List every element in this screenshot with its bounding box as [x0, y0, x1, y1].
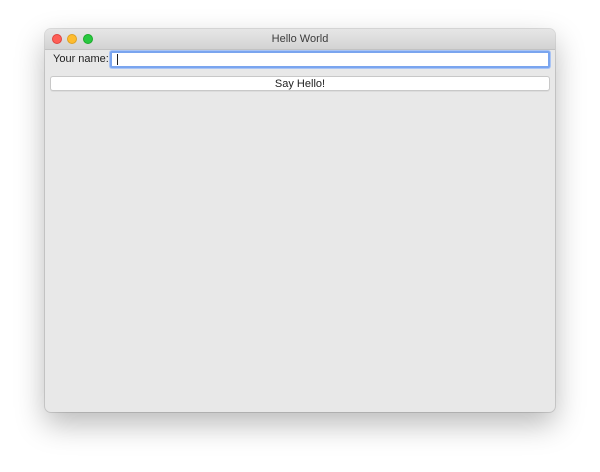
text-cursor [117, 54, 118, 65]
title-bar[interactable]: Hello World [45, 29, 555, 50]
name-input[interactable] [110, 51, 550, 68]
name-label: Your name: [53, 53, 109, 65]
say-hello-button[interactable]: Say Hello! [50, 76, 550, 91]
window-title: Hello World [271, 33, 329, 45]
app-window: Hello World Your name: Say Hello! [45, 29, 555, 412]
